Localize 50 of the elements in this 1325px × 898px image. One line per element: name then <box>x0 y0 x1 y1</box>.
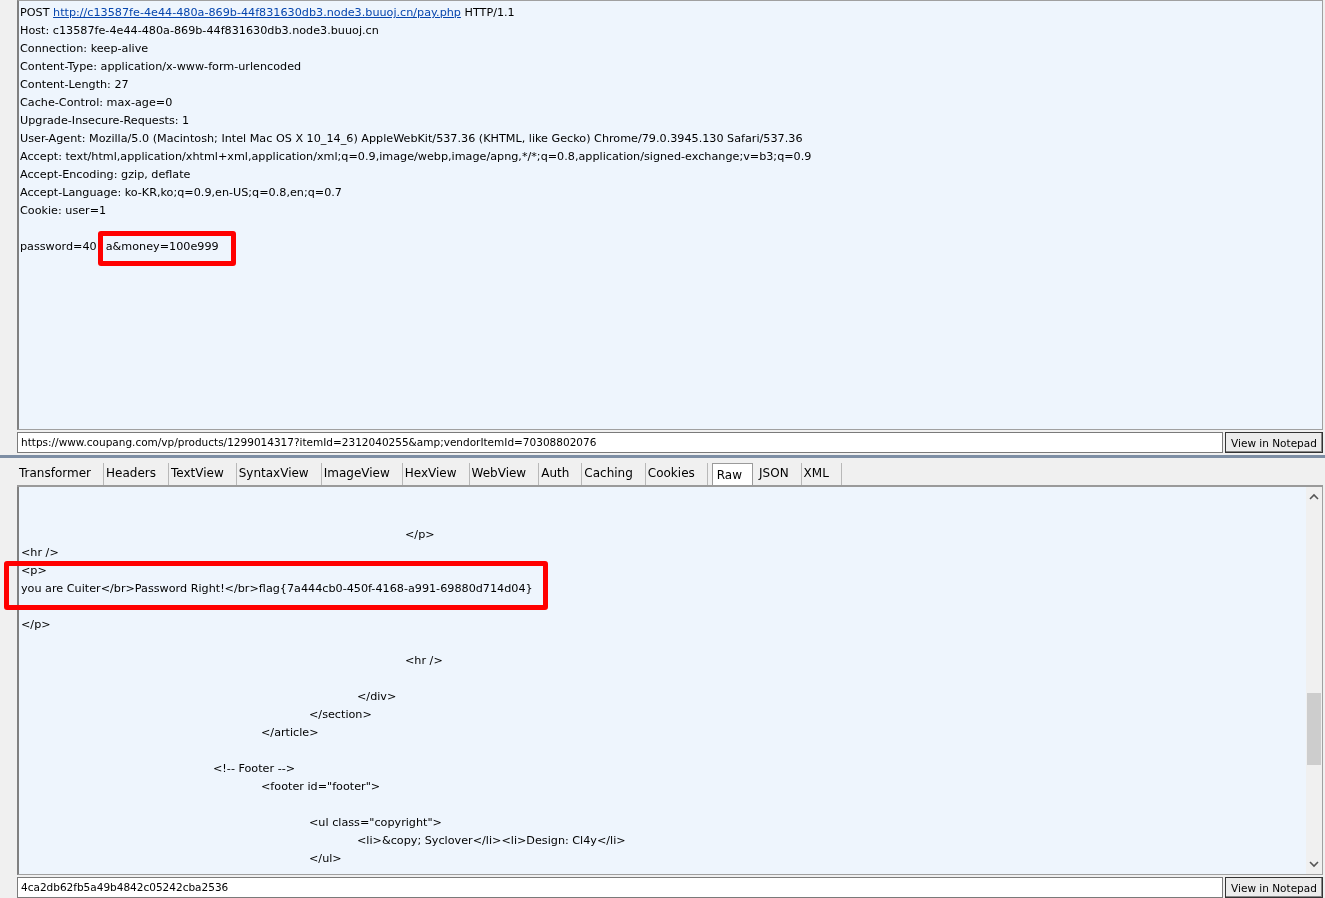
tab[interactable]: Cookies <box>645 463 708 485</box>
code-line: <hr /> <box>21 545 60 561</box>
header-line: Cache-Control: max-age=0 <box>20 95 174 111</box>
code-line: <li>&copy; Syclover</li><li>Design: Cl4y</li> <box>356 833 627 849</box>
tab[interactable]: WebView <box>469 463 540 485</box>
hash-field[interactable]: 4ca2db62fb5a49b4842c05242cba2536 <box>17 877 1223 898</box>
tab[interactable]: ImageView <box>321 463 403 485</box>
code-line: </div> <box>356 689 398 705</box>
tab[interactable]: Headers <box>104 463 169 485</box>
header-line: Content-Type: application/x-www-form-urlencoded <box>20 59 303 75</box>
code-line: <footer id="footer"> <box>260 779 382 795</box>
header-line: User-Agent: Mozilla/5.0 (Macintosh; Intel Mac OS X 10_14_6) AppleWebKit/537.36 (KHTML, like Gecko) Chrome/79.0.3945.130 Safari/537.36 <box>20 131 804 147</box>
request-line: POST http://c13587fe-4e44-480a-869b-44f831630db3.node3.buuoj.cn/pay.php HTTP/1.1 <box>20 5 516 21</box>
header-line: Upgrade-Insecure-Requests: 1 <box>20 113 191 129</box>
code-line: <hr /> <box>404 653 444 669</box>
tab[interactable]: XML <box>801 463 842 485</box>
scroll-up-icon[interactable] <box>1309 493 1319 501</box>
body-text: password=40 <box>20 239 97 255</box>
code-line: you are Cuiter</br>Password Right!</br>flag{7a444cb0-450f-4168-a991-69880d714d04} <box>21 581 534 597</box>
header-line: Host: c13587fe-4e44-480a-869b-44f831630db3.node3.buuoj.cn <box>20 23 380 39</box>
scroll-down-icon[interactable] <box>1309 860 1319 868</box>
header-line: Accept-Encoding: gzip, deflate <box>20 167 192 183</box>
view-in-notepad-button[interactable]: View in Notepad <box>1225 877 1323 898</box>
view-in-notepad-button[interactable]: View in Notepad <box>1225 432 1323 453</box>
tab[interactable]: SyntaxView <box>236 463 322 485</box>
tab[interactable]: Auth <box>539 463 583 485</box>
code-line: </ul> <box>308 851 343 867</box>
request-url-link[interactable]: http://c13587fe-4e44-480a-869b-44f831630db3.node3.buuoj.cn/pay.php <box>53 6 461 19</box>
tab[interactable]: HexView <box>402 463 470 485</box>
tab[interactable]: Transformer <box>17 463 104 485</box>
scroll-thumb[interactable] <box>1307 693 1321 765</box>
header-line: Accept-Language: ko-KR,ko;q=0.9,en-US;q=0.8,en;q=0.7 <box>20 185 343 201</box>
header-line: Content-Length: 27 <box>20 77 130 93</box>
header-line: Accept: text/html,application/xhtml+xml,application/xml;q=0.9,image/webp,image/apng,*/*;q=0.8,application/signed-exchange;v=b3;q=0.9 <box>20 149 813 165</box>
code-line: <!-- Footer --> <box>212 761 297 777</box>
code-line: </p> <box>21 617 52 633</box>
code-line: </article> <box>260 725 320 741</box>
code-line: </p> <box>404 527 436 543</box>
header-line: Connection: keep-alive <box>20 41 150 57</box>
scrollbar[interactable] <box>1306 487 1322 874</box>
code-line: <p> <box>21 563 48 579</box>
tab[interactable]: JSON <box>757 463 802 485</box>
body-text: a&money=100e999 <box>105 239 219 255</box>
header-line: Cookie: user=1 <box>20 203 108 219</box>
code-line: <ul class="copyright"> <box>308 815 443 831</box>
tab[interactable]: TextView <box>168 463 237 485</box>
tab[interactable]: Caching <box>582 463 646 485</box>
url-field[interactable]: https://www.coupang.com/vp/products/1299014317?itemId=2312040255&amp;vendorItemId=70308802076 <box>17 432 1223 453</box>
code-line: </section> <box>308 707 373 723</box>
tab[interactable]: Raw <box>711 463 754 485</box>
